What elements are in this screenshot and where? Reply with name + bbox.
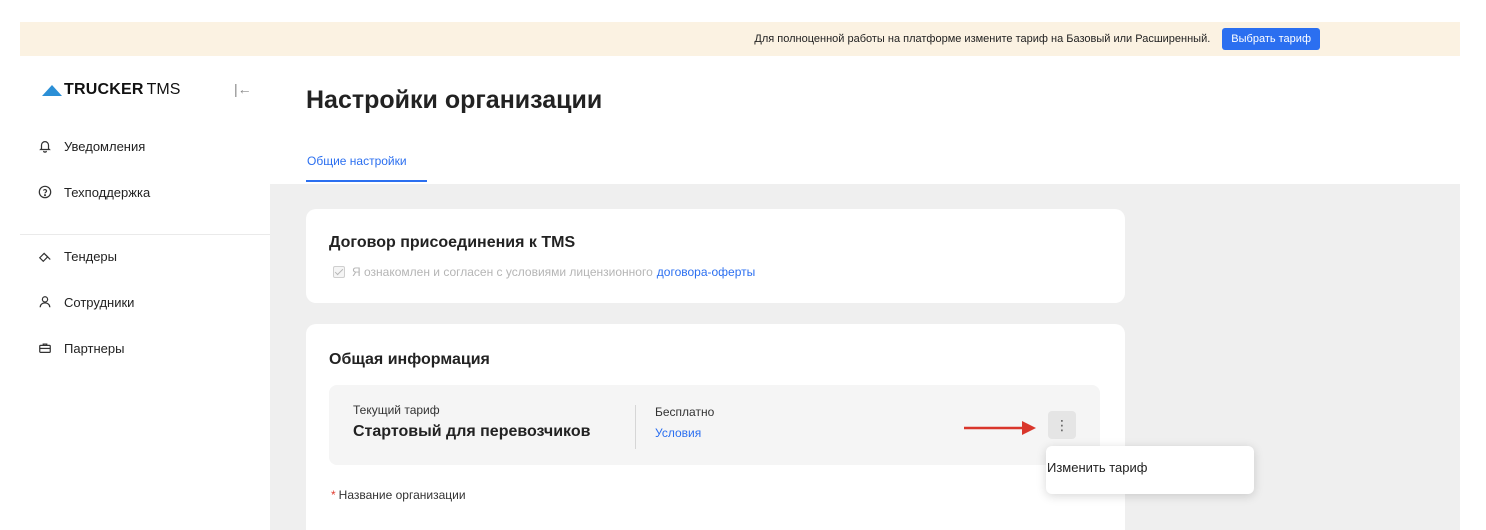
bell-icon (39, 141, 51, 153)
sidebar-item-label: Тендеры (64, 248, 118, 264)
sidebar-item-employees[interactable]: Сотрудники (38, 292, 134, 312)
sidebar: TRUCKER TMS |← Уведомления Техподдержка … (20, 56, 270, 530)
tariff-value: Стартовый для перевозчиков (353, 423, 591, 440)
agreement-title: Договор присоединения к TMS (329, 234, 576, 251)
options-dropdown-menu: Изменить тариф (1046, 446, 1254, 494)
upgrade-banner: Для полноценной работы на платформе изме… (20, 22, 1460, 56)
agreement-checkbox-row: Я ознакомлен и согласен с условиями лице… (333, 265, 755, 279)
agreement-checkbox[interactable] (333, 266, 345, 278)
sidebar-item-label: Партнеры (64, 340, 125, 356)
briefcase-icon (39, 343, 51, 353)
gavel-icon (38, 252, 51, 263)
logo-sub-text: TMS (146, 81, 181, 98)
tariff-price: Бесплатно (655, 405, 715, 419)
tab-general-settings[interactable]: Общие настройки (307, 154, 407, 168)
org-name-label: * Название организации (331, 488, 466, 502)
agreement-checkbox-label: Я ознакомлен и согласен с условиями лице… (352, 265, 653, 279)
active-tab-indicator (306, 180, 427, 182)
page-title: Настройки организации (306, 86, 603, 114)
agreement-card: Договор присоединения к TMS Я ознакомлен… (306, 209, 1125, 303)
tariff-terms-link[interactable]: Условия (655, 426, 701, 440)
collapse-sidebar-icon[interactable]: |← (234, 81, 252, 97)
red-arrow-annotation (964, 421, 1036, 435)
more-options-button[interactable]: ⋮ (1048, 411, 1076, 439)
sidebar-item-partners[interactable]: Партнеры (38, 338, 124, 358)
sidebar-item-label: Техподдержка (64, 184, 151, 200)
sidebar-item-notifications[interactable]: Уведомления (38, 136, 145, 156)
sidebar-item-label: Сотрудники (64, 294, 135, 310)
sidebar-item-label: Уведомления (64, 138, 146, 154)
sidebar-item-tenders[interactable]: Тендеры (38, 246, 117, 266)
general-info-title: Общая информация (329, 351, 490, 368)
logo-main-text: TRUCKER (64, 81, 144, 98)
sidebar-item-support[interactable]: Техподдержка (38, 182, 150, 202)
banner-text: Для полноценной работы на платформе изме… (754, 33, 1211, 45)
logo[interactable]: TRUCKER TMS (42, 80, 180, 100)
page-header: Настройки организации Общие настройки (270, 56, 1460, 184)
tariff-divider (635, 405, 636, 449)
logo-triangle-icon (42, 84, 62, 96)
settings-content: Договор присоединения к TMS Я ознакомлен… (270, 184, 1460, 530)
tariff-label: Текущий тариф (353, 403, 440, 417)
required-marker: * (331, 488, 336, 502)
sidebar-divider (20, 234, 270, 235)
org-name-label-text: Название организации (338, 488, 466, 502)
help-circle-icon (38, 185, 52, 199)
offer-agreement-link[interactable]: договора-оферты (657, 265, 755, 279)
menu-item-change-tariff[interactable]: Изменить тариф (1046, 460, 1147, 475)
user-icon (39, 296, 51, 308)
more-vertical-icon: ⋮ (1055, 416, 1069, 433)
choose-tariff-button[interactable]: Выбрать тариф (1222, 28, 1320, 50)
